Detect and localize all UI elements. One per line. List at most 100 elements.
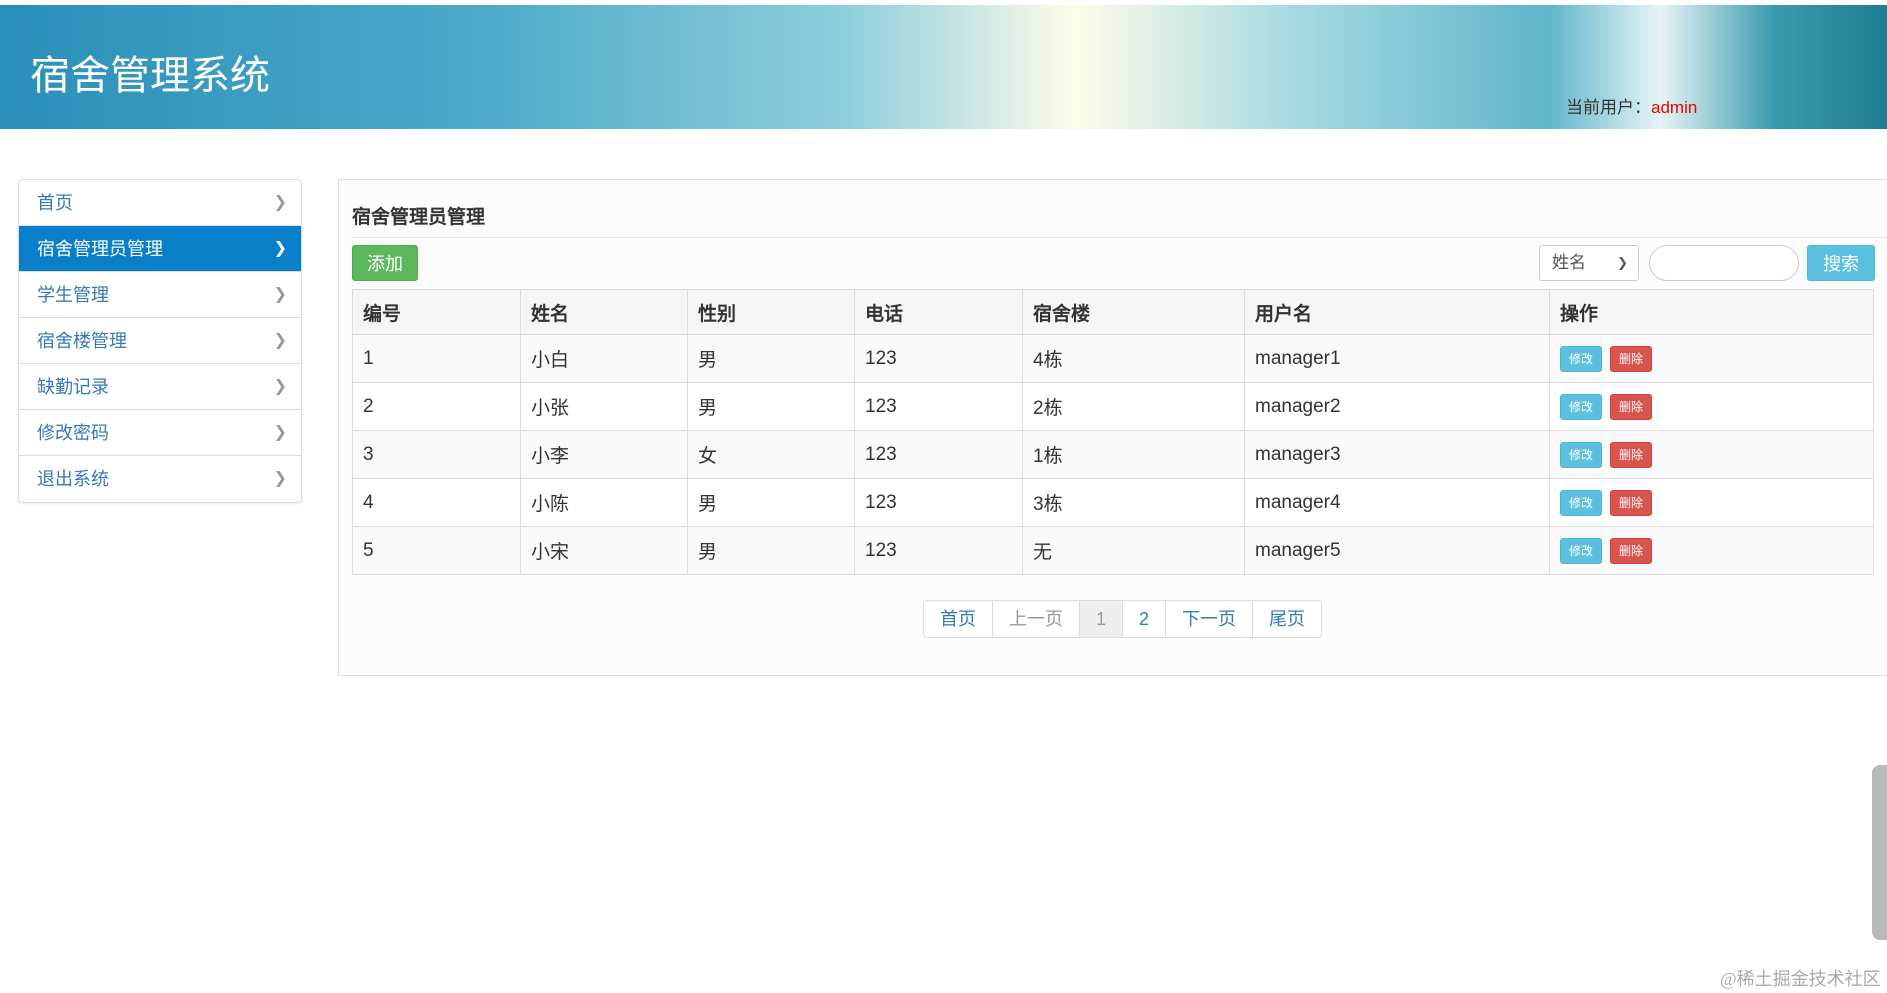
table-cell: 123: [854, 430, 1023, 479]
floating-widget[interactable]: [1872, 765, 1887, 940]
sidebar-item-4[interactable]: 缺勤记录 ❯: [19, 364, 301, 410]
table-cell: 3: [352, 430, 521, 479]
table-cell: 2: [352, 382, 521, 431]
delete-button[interactable]: 删除: [1610, 393, 1652, 420]
sidebar-item-label: 缺勤记录: [37, 377, 109, 397]
chevron-right-icon: ❯: [273, 424, 287, 441]
table-cell: manager3: [1244, 430, 1550, 479]
delete-button[interactable]: 删除: [1610, 489, 1652, 516]
sidebar-item-label: 宿舍管理员管理: [37, 239, 163, 259]
actions-cell: 修改 删除: [1549, 430, 1874, 479]
watermark: @稀土掘金技术社区: [1720, 969, 1881, 989]
sidebar-item-2[interactable]: 学生管理 ❯: [19, 272, 301, 318]
sidebar-item-3[interactable]: 宿舍楼管理 ❯: [19, 318, 301, 364]
actions-cell: 修改 删除: [1549, 334, 1874, 383]
sidebar-item-0[interactable]: 首页 ❯: [19, 180, 301, 226]
chevron-right-icon: ❯: [273, 470, 287, 487]
table-cell: 小李: [520, 430, 688, 479]
table-cell: 无: [1022, 526, 1245, 575]
actions-cell: 修改 删除: [1549, 382, 1874, 431]
column-header: 编号: [352, 289, 521, 335]
search-field-select[interactable]: 姓名 ❯: [1539, 245, 1639, 281]
app-title: 宿舍管理系统: [30, 54, 270, 98]
table-cell: 123: [854, 526, 1023, 575]
table-cell: 123: [854, 382, 1023, 431]
table-cell: 1栋: [1022, 430, 1245, 479]
page-last[interactable]: 尾页: [1253, 601, 1321, 637]
edit-button[interactable]: 修改: [1560, 441, 1602, 468]
actions-cell: 修改 删除: [1549, 526, 1874, 575]
edit-button[interactable]: 修改: [1560, 393, 1602, 420]
sidebar-item-1[interactable]: 宿舍管理员管理 ❯: [19, 226, 301, 272]
edit-button[interactable]: 修改: [1560, 345, 1602, 372]
table-cell: 4: [352, 478, 521, 527]
current-user: 当前用户：admin: [1566, 93, 1697, 118]
edit-button[interactable]: 修改: [1560, 489, 1602, 516]
table-cell: 男: [687, 478, 855, 527]
sidebar-item-label: 首页: [37, 193, 73, 213]
user-name: admin: [1651, 98, 1698, 117]
chevron-right-icon: ❯: [273, 378, 287, 395]
sidebar-item-5[interactable]: 修改密码 ❯: [19, 410, 301, 456]
table-cell: manager4: [1244, 478, 1550, 527]
sidebar-item-label: 修改密码: [37, 423, 109, 443]
table-cell: 男: [687, 334, 855, 383]
manager-table: 编号 姓名 性别 电话 宿舍楼 用户名 操作 1 小白男 123 4栋 manager1 修改 删除 2 小…: [352, 289, 1874, 575]
table-row: 3 小李女 123 1栋 manager3 修改 删除: [352, 430, 1874, 479]
column-header: 操作: [1549, 289, 1874, 335]
table-row: 2 小张男 123 2栋 manager2 修改 删除: [352, 382, 1874, 431]
table-cell: 小宋: [520, 526, 688, 575]
page-next[interactable]: 下一页: [1166, 601, 1254, 637]
search-button[interactable]: 搜索: [1807, 245, 1875, 281]
table-cell: 小陈: [520, 478, 688, 527]
page-2[interactable]: 2: [1123, 601, 1167, 637]
table-cell: 123: [854, 478, 1023, 527]
edit-button[interactable]: 修改: [1560, 537, 1602, 564]
chevron-down-icon: ❯: [1617, 255, 1628, 270]
divider: [352, 237, 1887, 238]
table-cell: 小张: [520, 382, 688, 431]
page-1[interactable]: 1: [1080, 601, 1124, 637]
chevron-right-icon: ❯: [273, 332, 287, 349]
column-header: 性别: [687, 289, 855, 335]
delete-button[interactable]: 删除: [1610, 345, 1652, 372]
table-cell: 女: [687, 430, 855, 479]
pagination: 首页 上一页 1 2 下一页 尾页: [923, 600, 1323, 638]
page-prev[interactable]: 上一页: [993, 601, 1080, 637]
search-input[interactable]: [1649, 245, 1799, 281]
table-cell: manager1: [1244, 334, 1550, 383]
table-row: 4 小陈男 123 3栋 manager4 修改 删除: [352, 478, 1874, 527]
main-panel: 宿舍管理员管理 添加 姓名 ❯ 搜索 编号 姓名 性别 电话 宿舍楼 用户名 操作 1 小白男 1…: [338, 179, 1887, 676]
table-cell: manager2: [1244, 382, 1550, 431]
table-cell: 3栋: [1022, 478, 1245, 527]
column-header: 电话: [854, 289, 1023, 335]
column-header: 宿舍楼: [1022, 289, 1245, 335]
table-cell: 1: [352, 334, 521, 383]
column-header: 用户名: [1244, 289, 1550, 335]
select-value: 姓名: [1552, 253, 1586, 272]
table-cell: 5: [352, 526, 521, 575]
delete-button[interactable]: 删除: [1610, 537, 1652, 564]
table-cell: 小白: [520, 334, 688, 383]
column-header: 姓名: [520, 289, 688, 335]
actions-cell: 修改 删除: [1549, 478, 1874, 527]
page-first[interactable]: 首页: [924, 601, 993, 637]
sidebar-item-6[interactable]: 退出系统 ❯: [19, 456, 301, 502]
chevron-right-icon: ❯: [273, 240, 287, 257]
table-cell: 2栋: [1022, 382, 1245, 431]
page-title: 宿舍管理员管理: [352, 207, 486, 228]
table-cell: 男: [687, 526, 855, 575]
chevron-right-icon: ❯: [273, 286, 287, 303]
sidebar-item-label: 宿舍楼管理: [37, 331, 127, 351]
table-cell: 4栋: [1022, 334, 1245, 383]
table-cell: 123: [854, 334, 1023, 383]
table-row: 5 小宋男 123 无 manager5 修改 删除: [352, 526, 1874, 575]
sidebar: 首页 ❯ 宿舍管理员管理 ❯ 学生管理 ❯ 宿舍楼管理 ❯ 缺勤记录 ❯ 修改密码 ❯ 退出系统 ❯: [18, 179, 302, 503]
add-button[interactable]: 添加: [352, 245, 418, 281]
user-label: 当前用户：: [1566, 98, 1651, 117]
delete-button[interactable]: 删除: [1610, 441, 1652, 468]
sidebar-item-label: 退出系统: [37, 469, 109, 489]
header-banner: 宿舍管理系统 当前用户：admin: [0, 5, 1887, 129]
table-cell: 男: [687, 382, 855, 431]
table-row: 1 小白男 123 4栋 manager1 修改 删除: [352, 334, 1874, 383]
